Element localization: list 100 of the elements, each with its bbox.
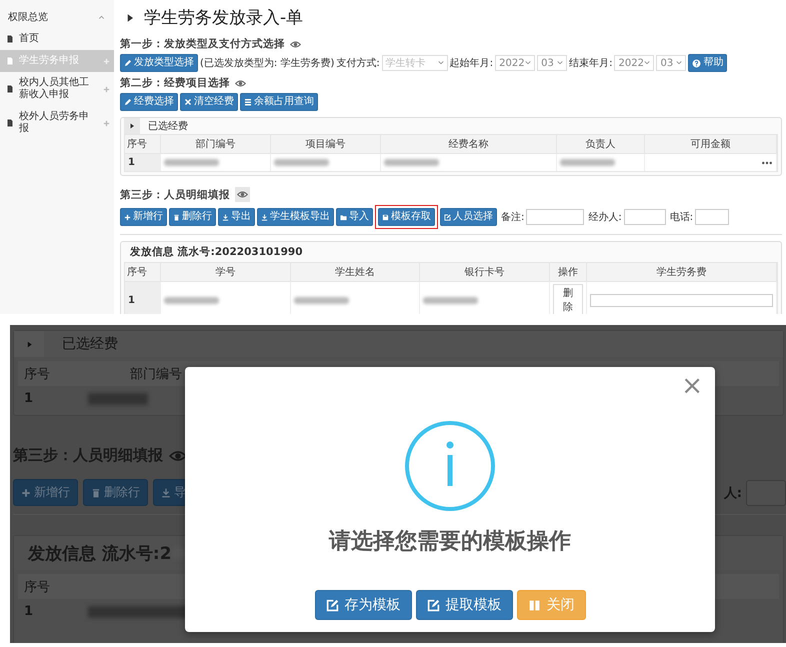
column-header: 负责人 [556, 135, 645, 154]
eye-icon [290, 38, 301, 50]
toolbar-button[interactable]: 新增行 [13, 479, 78, 506]
toolbar-button[interactable]: 导出 [218, 208, 255, 226]
caret-icon [525, 60, 532, 66]
list-icon [244, 98, 252, 106]
column-header: 项目编号 [270, 135, 381, 154]
plus-icon [103, 86, 110, 92]
info-icon [404, 420, 496, 512]
field-label: 经办人: [588, 210, 622, 224]
plus-icon [21, 488, 31, 498]
eye-icon [235, 78, 246, 88]
document-icon [6, 35, 14, 43]
toolbar-button[interactable]: 模板存取 [378, 208, 435, 226]
sidebar-item[interactable]: 首页 [0, 28, 114, 50]
field-label: 支付方式: [336, 56, 380, 70]
blurred-text [560, 159, 615, 166]
blurred-text [164, 159, 219, 166]
download-icon [222, 214, 229, 220]
plus-icon [124, 214, 131, 220]
month-select[interactable]: 03 [656, 55, 686, 71]
year-select[interactable]: 2022 [614, 55, 654, 71]
plus-icon [103, 58, 110, 64]
caret-icon [676, 60, 682, 66]
edit-icon [426, 598, 440, 612]
blurred-text [384, 159, 439, 166]
trash-icon [91, 488, 101, 498]
document-icon [6, 85, 14, 93]
toolbar-button[interactable]: 学生模板导出 [257, 208, 334, 226]
blurred-text [274, 159, 329, 166]
toolbar-button[interactable]: 清空经费 [180, 93, 238, 111]
column-header: 部门编号 [129, 366, 183, 382]
close-button[interactable]: × [681, 373, 703, 399]
dialog-button[interactable]: 提取模板 [416, 590, 512, 620]
column-header: 学生劳务费 [586, 263, 777, 282]
column-header: 经费名称 [380, 135, 557, 154]
column-header: 序号 [23, 366, 51, 382]
column-header: 可用金额 [644, 135, 777, 154]
dialog-button[interactable]: 存为模板 [314, 590, 412, 620]
caret-icon [438, 60, 444, 66]
column-header: 序号 [125, 263, 161, 282]
folder-icon [340, 214, 347, 220]
sidebar-item[interactable]: 校外人员劳务申报 [0, 106, 114, 140]
column-header: 学生姓名 [290, 263, 420, 282]
field-label: 备注: [501, 210, 524, 224]
delete-button[interactable]: 删除 [552, 284, 583, 314]
plus-icon [103, 120, 110, 126]
caret-icon [557, 60, 564, 66]
edit-icon [444, 214, 451, 220]
column-header: 操作 [550, 263, 587, 282]
sidebar-title: 权限总览 [8, 10, 48, 24]
download-icon [261, 214, 268, 220]
pause-icon [528, 598, 540, 612]
page-title: 学生劳务发放录入-单 [144, 7, 304, 29]
row-number: 1 [128, 294, 135, 306]
field-label: 起始年月: [450, 56, 494, 70]
toolbar-button[interactable]: 删除行 [169, 208, 216, 226]
blurred-text [423, 296, 478, 304]
help-button[interactable]: 帮助 [688, 54, 728, 72]
column-header: 学号 [161, 263, 291, 282]
panel-title: 已选经费 [62, 335, 118, 353]
pencil-icon [124, 59, 132, 67]
step-heading: 第一步：发放类型及支付方式选择 [120, 37, 285, 51]
pencil-icon [124, 98, 132, 106]
caret-icon [644, 60, 650, 66]
row-number: 1 [23, 604, 34, 619]
toolbar-button[interactable]: 新增行 [120, 208, 167, 226]
dialog-message: 请选择您需要的模板操作 [329, 528, 571, 556]
trash-icon [173, 214, 180, 220]
caret-right-icon [128, 122, 136, 130]
column-header: 序号 [23, 578, 51, 596]
edit-icon [326, 598, 338, 612]
blurred-text [294, 296, 349, 304]
download-icon [161, 488, 171, 498]
blurred-text [164, 296, 219, 304]
blurred-text [88, 392, 148, 404]
toolbar-button[interactable]: 删除行 [83, 479, 148, 506]
x-icon [184, 98, 192, 106]
sidebar-item[interactable]: 校内人员其他工薪收入申报 [0, 72, 114, 106]
column-header: 部门编号 [161, 135, 271, 154]
toolbar-button[interactable]: 导入 [336, 208, 373, 226]
panel-title: 已选经费 [148, 120, 188, 133]
row-number: 1 [23, 391, 34, 406]
toolbar-button[interactable]: 经费选择 [120, 93, 178, 111]
help-icon [692, 58, 702, 68]
year-select[interactable]: 2022 [495, 55, 536, 71]
toolbar-button[interactable]: 人员选择 [440, 208, 497, 226]
field-label: 电话: [670, 210, 694, 224]
step-heading: 第二步：经费项目选择 [120, 76, 230, 90]
panel-title: 发放信息 流水号:202203101990 [128, 244, 304, 260]
document-icon [6, 119, 14, 127]
month-select[interactable]: 03 [537, 55, 568, 71]
selected-type-text: (已选发放类型为: 学生劳务费) [200, 56, 334, 70]
row-number: 1 [128, 157, 135, 168]
type-select-button[interactable]: 发放类型选择 [120, 54, 198, 72]
column-header: 银行卡号 [420, 263, 550, 282]
document-icon [6, 57, 14, 65]
floppy-icon [382, 214, 389, 220]
toolbar-button[interactable]: 余额占用查询 [240, 93, 318, 111]
field-label: 结束年月: [569, 56, 612, 70]
